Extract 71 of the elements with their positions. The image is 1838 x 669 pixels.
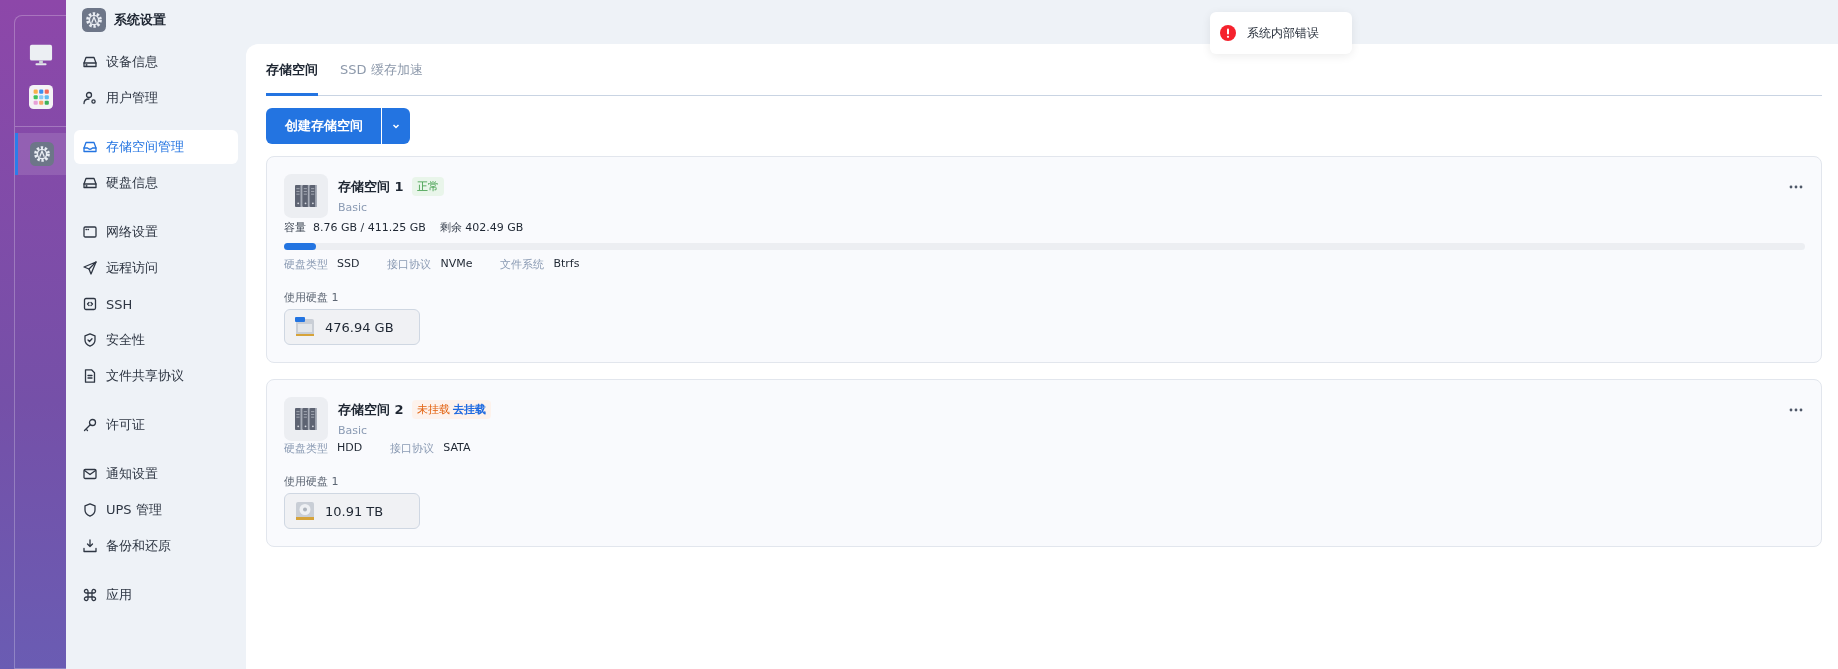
pool-name: 存储空间 2 — [338, 400, 404, 419]
dropdown-button[interactable] — [382, 108, 410, 144]
dock-item-active[interactable] — [15, 133, 66, 175]
sidebar-item[interactable]: 安全性 — [74, 323, 238, 357]
window-icon — [82, 224, 98, 240]
more-icon[interactable] — [1789, 408, 1803, 412]
code-icon — [82, 296, 98, 312]
sidebar-item[interactable]: 许可证 — [74, 408, 238, 442]
key-icon — [82, 417, 98, 433]
user-gear-icon — [82, 90, 98, 106]
disks-label: 使用硬盘 1 — [284, 290, 340, 305]
pool-type: Basic — [338, 201, 369, 214]
free-label: 剩余 — [439, 221, 462, 234]
tab[interactable]: 存储空间 — [266, 44, 318, 96]
app-grid-icon[interactable] — [28, 85, 53, 109]
sidebar-item[interactable]: 通知设置 — [74, 457, 238, 491]
shield-check-icon — [82, 332, 98, 348]
sidebar-item[interactable]: 存储空间管理 — [74, 130, 238, 164]
property-label: 接口协议 — [390, 441, 435, 456]
more-icon[interactable] — [1789, 185, 1803, 189]
monitor-icon[interactable] — [28, 43, 53, 67]
mail-icon — [82, 466, 98, 482]
status-label: 正常 — [416, 179, 439, 194]
sidebar-item[interactable]: SSH — [74, 287, 238, 321]
disk-size: 10.91 TB — [325, 503, 384, 519]
shield-icon — [82, 502, 98, 518]
sidebar-item[interactable]: 用户管理 — [74, 81, 238, 115]
document-icon — [82, 368, 98, 384]
pool-name: 存储空间 1 — [338, 177, 404, 196]
property-label: 接口协议 — [387, 257, 432, 272]
sidebar-item[interactable]: 网络设置 — [74, 215, 238, 249]
ssd-icon — [293, 315, 317, 339]
property-value: NVMe — [440, 257, 473, 272]
sidebar-item[interactable]: 硬盘信息 — [74, 166, 238, 200]
toast-message: 系统内部错误 — [1247, 24, 1319, 42]
status-label: 未挂载 — [416, 402, 450, 417]
sidebar-item[interactable]: 远程访问 — [74, 251, 238, 285]
mount-link[interactable]: 去挂载 — [452, 402, 486, 417]
create-button[interactable]: 创建存储空间 — [266, 108, 381, 144]
inbox-icon — [82, 139, 98, 155]
settings-icon — [82, 8, 106, 32]
capacity-label: 容量 — [284, 221, 306, 234]
drive-icon — [82, 54, 98, 70]
property-label: 硬盘类型 — [284, 441, 328, 456]
property-value: SATA — [443, 441, 471, 456]
disks-label: 使用硬盘 1 — [284, 474, 340, 489]
free-value: 402.49 GB — [465, 221, 524, 234]
sidebar-item[interactable]: 应用 — [74, 578, 238, 612]
sidebar-item[interactable]: 文件共享协议 — [74, 359, 238, 393]
command-icon — [82, 587, 98, 603]
property-value: Btrfs — [553, 257, 580, 272]
capacity-value: 8.76 GB / 411.25 GB — [313, 221, 426, 234]
pool-type: Basic — [338, 424, 369, 437]
server-icon — [284, 397, 328, 441]
server-icon — [284, 174, 328, 218]
property-label: 硬盘类型 — [284, 257, 328, 272]
property-value: SSD — [337, 257, 360, 272]
drive-icon — [82, 175, 98, 191]
disk-chip[interactable]: 476.94 GB — [284, 309, 420, 345]
property-value: HDD — [337, 441, 363, 456]
sidebar-item[interactable]: 备份和还原 — [74, 529, 238, 563]
sidebar-item[interactable]: UPS 管理 — [74, 493, 238, 527]
disk-size: 476.94 GB — [325, 319, 394, 335]
sidebar-item[interactable]: 设备信息 — [74, 45, 238, 79]
error-icon — [1220, 25, 1236, 41]
download-icon — [82, 538, 98, 554]
disk-chip[interactable]: 10.91 TB — [284, 493, 420, 529]
property-label: 文件系统 — [500, 257, 545, 272]
app-title: 系统设置 — [114, 11, 166, 29]
send-icon — [82, 260, 98, 276]
settings-icon — [30, 142, 54, 166]
